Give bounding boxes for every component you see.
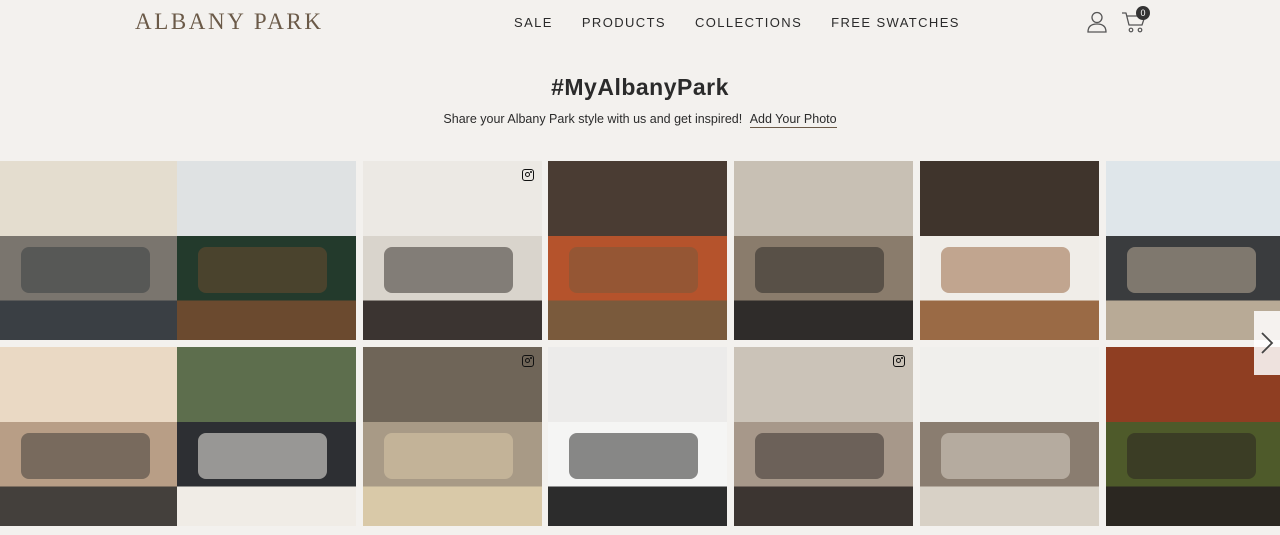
site-header: ALBANY PARK SALE PRODUCTS COLLECTIONS FR… bbox=[0, 0, 1280, 44]
brand-logo[interactable]: ALBANY PARK bbox=[135, 9, 324, 35]
gallery-photo[interactable] bbox=[548, 161, 727, 340]
subtitle-text: Share your Albany Park style with us and… bbox=[443, 112, 743, 126]
gallery-photo[interactable] bbox=[920, 161, 1099, 340]
page-title: #MyAlbanyPark bbox=[551, 74, 729, 100]
sofa-shape bbox=[21, 246, 151, 294]
sofa-shape bbox=[198, 246, 328, 294]
sofa-shape bbox=[1127, 246, 1257, 294]
sofa-shape bbox=[755, 246, 885, 294]
sofa-shape bbox=[569, 246, 699, 294]
gallery-photo[interactable] bbox=[734, 347, 913, 526]
gallery-photo[interactable] bbox=[363, 161, 542, 340]
add-photo-link[interactable]: Add Your Photo bbox=[749, 112, 837, 128]
sofa-shape bbox=[198, 432, 328, 480]
sofa-shape bbox=[755, 432, 885, 480]
nav-sale[interactable]: SALE bbox=[514, 15, 553, 30]
sofa-shape bbox=[941, 246, 1071, 294]
gallery-photo[interactable] bbox=[177, 161, 356, 340]
gallery-photo[interactable] bbox=[920, 347, 1099, 526]
sofa-shape bbox=[384, 246, 514, 294]
sofa-shape bbox=[21, 432, 151, 480]
sofa-shape bbox=[569, 432, 699, 480]
account-icon[interactable] bbox=[1087, 11, 1107, 33]
gallery-photo[interactable] bbox=[734, 161, 913, 340]
main-nav: SALE PRODUCTS COLLECTIONS FREE SWATCHES bbox=[514, 15, 960, 30]
gallery-photo[interactable] bbox=[548, 347, 727, 526]
sofa-shape bbox=[1127, 432, 1257, 480]
gallery-photo[interactable] bbox=[0, 347, 179, 526]
instagram-icon bbox=[522, 169, 534, 181]
cart-count-badge: 0 bbox=[1136, 6, 1150, 20]
gallery-photo[interactable] bbox=[0, 161, 179, 340]
instagram-icon bbox=[522, 355, 534, 367]
gallery-next-button[interactable] bbox=[1254, 311, 1280, 375]
photo-gallery bbox=[0, 161, 1280, 526]
page-subtitle: Share your Albany Park style with us and… bbox=[0, 112, 1280, 128]
instagram-icon bbox=[893, 355, 905, 367]
sofa-shape bbox=[384, 432, 514, 480]
gallery-photo[interactable] bbox=[363, 347, 542, 526]
nav-free-swatches[interactable]: FREE SWATCHES bbox=[831, 15, 960, 30]
gallery-photo[interactable] bbox=[177, 347, 356, 526]
sofa-shape bbox=[941, 432, 1071, 480]
nav-collections[interactable]: COLLECTIONS bbox=[695, 15, 802, 30]
nav-products[interactable]: PRODUCTS bbox=[582, 15, 666, 30]
chevron-right-icon bbox=[1261, 332, 1274, 354]
